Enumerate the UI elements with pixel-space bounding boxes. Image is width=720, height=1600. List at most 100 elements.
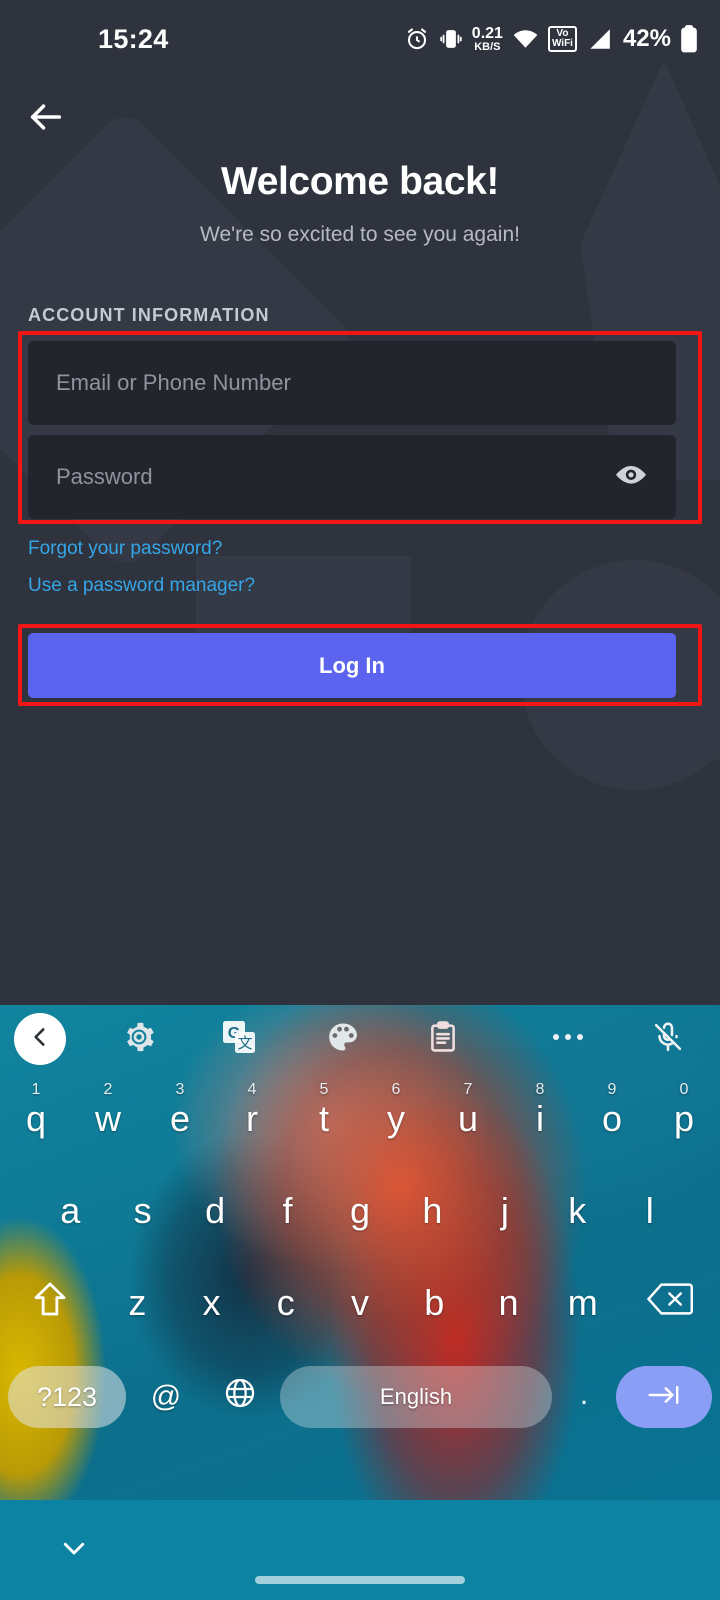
space-key[interactable]: English: [280, 1366, 552, 1428]
chevron-down-icon: [59, 1533, 89, 1568]
microphone-off-icon: [651, 1020, 685, 1059]
clipboard-icon: [426, 1020, 460, 1059]
voice-input-button[interactable]: [645, 1016, 691, 1062]
key-i-number: 8: [535, 1081, 545, 1098]
key-t[interactable]: 5t: [288, 1073, 360, 1165]
hide-keyboard-button[interactable]: [52, 1528, 96, 1572]
key-q-number: 1: [31, 1081, 41, 1098]
key-w-label: w: [95, 1098, 121, 1139]
network-speed-value: 0.21: [471, 24, 503, 42]
key-p-label: p: [673, 1098, 695, 1139]
back-button[interactable]: [22, 95, 70, 143]
page-subtitle: We're so excited to see you again!: [200, 223, 520, 246]
more-horizontal-icon: [551, 1030, 585, 1049]
account-information-label: ACCOUNT INFORMATION: [28, 305, 270, 325]
key-u-label: u: [457, 1098, 479, 1139]
email-or-phone-field[interactable]: Email or Phone Number: [28, 341, 676, 425]
shift-up-icon: [30, 1279, 70, 1328]
key-x[interactable]: x: [174, 1257, 248, 1349]
network-speed-unit: KB/S: [474, 40, 501, 53]
key-l[interactable]: l: [614, 1165, 686, 1257]
key-f[interactable]: f: [251, 1165, 323, 1257]
status-bar: 15:24 0.21 KB/S Vo WiFi 42%: [0, 0, 720, 78]
key-z[interactable]: z: [100, 1257, 174, 1349]
tab-next-icon: [646, 1382, 682, 1413]
more-button[interactable]: [545, 1016, 591, 1062]
key-b[interactable]: b: [397, 1257, 471, 1349]
backspace-key[interactable]: [620, 1257, 720, 1349]
password-field[interactable]: Password: [28, 435, 676, 519]
key-r[interactable]: 4r: [216, 1073, 288, 1165]
key-q-label: q: [25, 1098, 47, 1139]
palette-icon: [325, 1019, 361, 1060]
key-y-number: 6: [391, 1081, 401, 1098]
on-screen-keyboard: G 文 1 q 2 w 3 e 4 r 5 t 6 y 7 u 8 i 9 o …: [0, 1005, 720, 1500]
signal-icon: [586, 28, 612, 50]
key-m[interactable]: m: [546, 1257, 620, 1349]
key-h[interactable]: h: [396, 1165, 468, 1257]
wifi-icon: [512, 28, 539, 50]
toggle-password-visibility-button[interactable]: [608, 454, 654, 500]
vowifi-icon: Vo WiFi: [547, 26, 577, 52]
backspace-icon: [646, 1281, 693, 1326]
key-i[interactable]: 8i: [504, 1073, 576, 1165]
key-y-label: y: [387, 1098, 405, 1139]
key-c[interactable]: c: [249, 1257, 323, 1349]
enter-key[interactable]: [616, 1366, 712, 1428]
chevron-left-icon: [27, 1024, 53, 1055]
key-s[interactable]: s: [106, 1165, 178, 1257]
symbols-key[interactable]: ?123: [8, 1366, 126, 1428]
key-k[interactable]: k: [541, 1165, 613, 1257]
phone-screen: 15:24 0.21 KB/S Vo WiFi 42% Welcome back…: [0, 0, 720, 1600]
key-e[interactable]: 3e: [144, 1073, 216, 1165]
account-fields-group: Email or Phone Number Password: [28, 341, 676, 519]
globe-icon: [223, 1376, 257, 1418]
key-y[interactable]: 6y: [360, 1073, 432, 1165]
password-placeholder: Password: [56, 464, 153, 489]
shift-key[interactable]: [0, 1257, 100, 1349]
language-switch-key[interactable]: [206, 1366, 274, 1428]
key-e-label: e: [169, 1098, 191, 1139]
translate-button[interactable]: G 文: [216, 1016, 262, 1062]
vibrate-icon: [439, 27, 463, 51]
key-t-label: t: [318, 1098, 329, 1139]
key-e-number: 3: [175, 1081, 185, 1098]
forgot-password-link[interactable]: Forgot your password?: [28, 538, 222, 560]
arrow-left-icon: [26, 97, 66, 142]
collapse-toolbar-button[interactable]: [14, 1013, 66, 1065]
settings-button[interactable]: [116, 1016, 162, 1062]
home-pill[interactable]: [255, 1576, 465, 1584]
keyboard-row-3: z x c v b n m: [0, 1257, 720, 1349]
key-j[interactable]: j: [469, 1165, 541, 1257]
keyboard-row-4: ?123 @ English .: [0, 1349, 720, 1445]
system-navigation-bar: [0, 1500, 720, 1600]
password-manager-link[interactable]: Use a password manager?: [28, 575, 255, 597]
status-bar-icons: 0.21 KB/S Vo WiFi 42%: [404, 25, 698, 53]
key-n[interactable]: n: [471, 1257, 545, 1349]
key-p-number: 0: [679, 1081, 689, 1098]
alarm-icon: [404, 26, 430, 52]
battery-percent-label: 42%: [622, 25, 671, 52]
background-rect-shape-1: [196, 556, 411, 640]
key-q[interactable]: 1q: [0, 1073, 72, 1165]
clipboard-button[interactable]: [420, 1016, 466, 1062]
theme-button[interactable]: [320, 1016, 366, 1062]
key-d[interactable]: d: [179, 1165, 251, 1257]
login-button[interactable]: Log In: [28, 633, 676, 698]
key-g[interactable]: g: [324, 1165, 396, 1257]
background-rect-shape-2: [560, 690, 720, 760]
at-key[interactable]: @: [132, 1366, 200, 1428]
key-u[interactable]: 7u: [432, 1073, 504, 1165]
key-w-number: 2: [103, 1081, 113, 1098]
gear-icon: [122, 1020, 156, 1059]
key-a[interactable]: a: [34, 1165, 106, 1257]
period-key[interactable]: .: [558, 1366, 610, 1428]
page-title: Welcome back!: [220, 160, 500, 203]
eye-icon: [612, 462, 650, 493]
keyboard-row-1: 1q 2w 3e 4r 5t 6y 7u 8i 9o 0p: [0, 1073, 720, 1165]
key-p[interactable]: 0p: [648, 1073, 720, 1165]
key-w[interactable]: 2w: [72, 1073, 144, 1165]
key-o-label: o: [601, 1098, 623, 1139]
key-o[interactable]: 9o: [576, 1073, 648, 1165]
key-v[interactable]: v: [323, 1257, 397, 1349]
